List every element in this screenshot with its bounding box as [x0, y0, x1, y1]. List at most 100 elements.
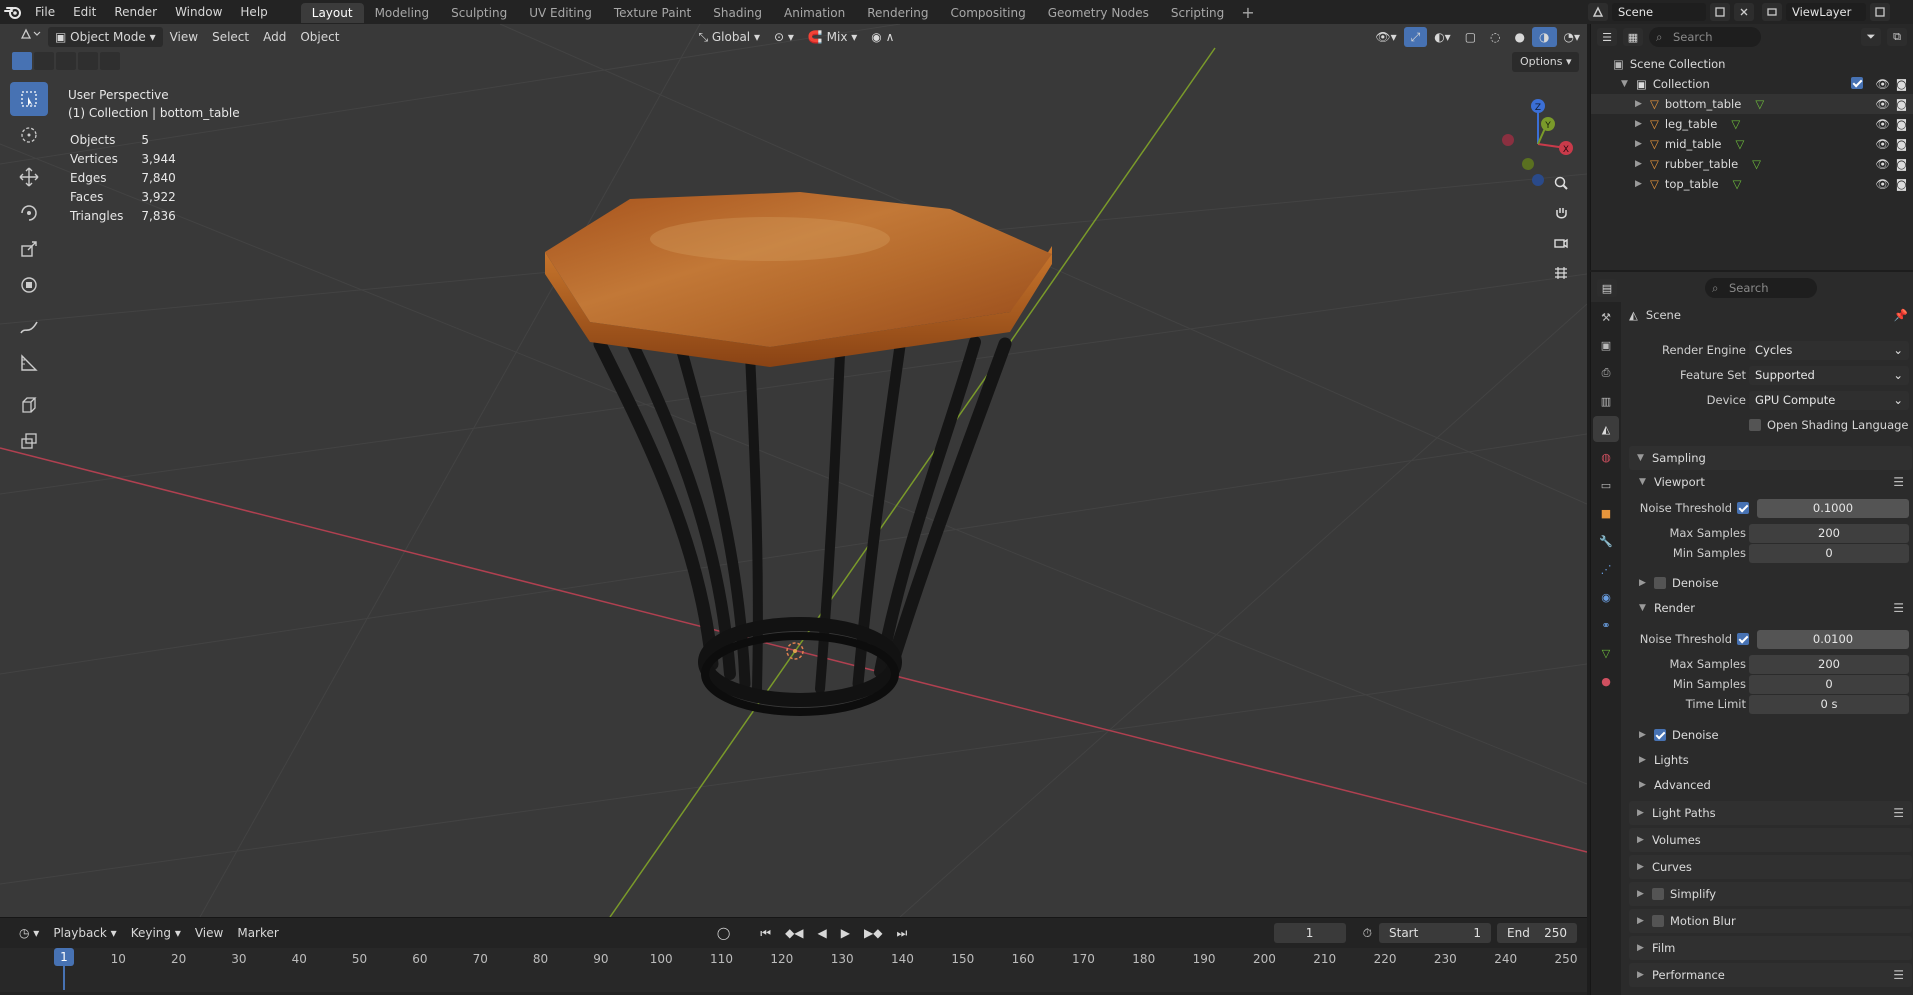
proportional-editing-icon[interactable]: ◉ ∧ — [864, 27, 901, 47]
chevron-right-icon[interactable]: ▶ — [1635, 159, 1643, 169]
osl-checkbox[interactable] — [1749, 419, 1761, 431]
menu-playback[interactable]: Playback ▾ — [46, 923, 123, 943]
tab-layout[interactable]: Layout — [300, 3, 364, 23]
blender-logo-icon[interactable] — [0, 0, 26, 24]
r-denoise-subpanel-header[interactable]: ▶ Denoise — [1639, 724, 1912, 746]
camera-icon[interactable]: ◙ — [1896, 77, 1907, 91]
camera-icon[interactable]: ◙ — [1896, 97, 1907, 111]
new-viewlayer-icon[interactable] — [1870, 3, 1890, 21]
eye-icon[interactable]: 👁 — [1875, 137, 1890, 151]
tool-tab-icon[interactable]: ⚒ — [1593, 304, 1619, 330]
gizmo-neg-z-icon[interactable] — [1532, 174, 1544, 186]
mesh-data-icon[interactable]: ▽ — [1755, 97, 1764, 111]
viewlayer-icon[interactable] — [1762, 3, 1782, 21]
shading-solid-icon[interactable]: ● — [1508, 27, 1532, 47]
measure-tool-icon[interactable] — [10, 346, 48, 380]
vp-noise-threshold-field[interactable]: 0.1000 — [1757, 498, 1909, 518]
presets-list-icon[interactable]: ☰ — [1893, 475, 1904, 489]
chevron-down-icon[interactable]: ▼ — [1621, 79, 1629, 89]
list-item[interactable]: ▶ ▽ top_table ▽ 👁 ◙ — [1591, 174, 1913, 194]
auto-keying-icon[interactable]: ◯ — [710, 923, 737, 943]
chevron-right-icon[interactable]: ▶ — [1635, 179, 1643, 189]
outliner-editor-type-icon[interactable]: ☰ — [1597, 28, 1617, 46]
chevron-right-icon[interactable]: ▶ — [1635, 99, 1643, 109]
preview-range-icon[interactable]: ⏱ — [1356, 923, 1379, 943]
menu-window[interactable]: Window — [166, 0, 231, 24]
annotate-tool-icon[interactable] — [10, 310, 48, 344]
r-min-samples-field[interactable]: 0 — [1749, 674, 1909, 694]
zoom-icon[interactable] — [1548, 170, 1574, 196]
scale-tool-icon[interactable] — [10, 232, 48, 266]
particles-tab-icon[interactable]: ⋰ — [1593, 556, 1619, 582]
start-frame-field[interactable]: Start 1 — [1379, 923, 1491, 943]
jump-end-icon[interactable]: ⏭ — [889, 923, 914, 943]
camera-view-icon[interactable] — [1548, 230, 1574, 256]
simplify-panel-header[interactable]: ▶ Simplify — [1629, 882, 1912, 906]
motion-blur-checkbox[interactable] — [1652, 915, 1664, 927]
vp-denoise-subpanel-header[interactable]: ▶ Denoise — [1639, 572, 1912, 594]
timeline-editor-type-icon[interactable]: ◷ ▾ — [12, 923, 46, 943]
add-workspace-button[interactable]: + — [1235, 3, 1260, 22]
pan-hand-icon[interactable] — [1548, 200, 1574, 226]
shading-material-icon[interactable]: ◑ — [1532, 27, 1557, 47]
camera-icon[interactable]: ◙ — [1896, 157, 1907, 171]
tab-scripting[interactable]: Scripting — [1160, 3, 1235, 23]
list-item[interactable]: ▶ ▽ mid_table ▽ 👁 ◙ — [1591, 134, 1913, 154]
menu-file[interactable]: File — [26, 0, 64, 24]
gizmo-neg-y-icon[interactable] — [1522, 158, 1534, 170]
snap-dropdown[interactable]: 🧲 Mix ▾ — [801, 27, 864, 47]
gizmo-neg-x-icon[interactable] — [1502, 134, 1514, 146]
presets-list-icon[interactable]: ☰ — [1893, 806, 1904, 820]
menu-marker[interactable]: Marker — [230, 923, 285, 943]
volumes-panel-header[interactable]: ▶ Volumes — [1629, 828, 1912, 852]
select-box-tool-icon[interactable] — [10, 82, 48, 116]
menu-object[interactable]: Object — [293, 27, 346, 47]
editor-type-icon[interactable] — [12, 27, 48, 47]
r-time-limit-field[interactable]: 0 s — [1749, 694, 1909, 714]
play-icon[interactable]: ▶ — [834, 923, 857, 943]
menu-select[interactable]: Select — [205, 27, 256, 47]
r-noise-threshold-checkbox[interactable] — [1737, 633, 1749, 645]
tab-sculpting[interactable]: Sculpting — [440, 3, 518, 23]
tab-rendering[interactable]: Rendering — [856, 3, 939, 23]
menu-add[interactable]: Add — [256, 27, 293, 47]
performance-panel-header[interactable]: ▶ Performance ☰ — [1629, 963, 1912, 987]
menu-view[interactable]: View — [163, 27, 205, 47]
select-box-invert-icon[interactable] — [78, 52, 98, 70]
shading-rendered-icon[interactable]: ◔▾ — [1557, 27, 1588, 47]
eye-icon[interactable]: 👁 — [1875, 97, 1890, 111]
move-tool-icon[interactable] — [10, 160, 48, 194]
presets-list-icon[interactable]: ☰ — [1893, 601, 1904, 615]
visibility-icon[interactable]: 👁▾ — [1368, 27, 1403, 47]
device-dropdown[interactable]: GPU Compute ⌄ — [1749, 390, 1909, 410]
extrude-tool-icon[interactable] — [10, 424, 48, 458]
timeline-ruler[interactable]: 10 20 30 40 50 60 70 80 90 100 110 120 130 140 150 160 1… — [0, 948, 1587, 992]
vp-max-samples-field[interactable]: 200 — [1749, 523, 1909, 543]
jump-keyframe-forward-icon[interactable]: ▶◆ — [857, 923, 889, 943]
menu-keying[interactable]: Keying ▾ — [124, 923, 188, 943]
data-tab-icon[interactable]: ▽ — [1593, 640, 1619, 666]
view-layer-tab-icon[interactable]: ▥ — [1593, 388, 1619, 414]
object-tab-icon[interactable]: ■ — [1593, 500, 1619, 526]
tab-shading[interactable]: Shading — [702, 3, 773, 23]
render-engine-dropdown[interactable]: Cycles ⌄ — [1749, 340, 1909, 360]
scene-collection-row[interactable]: ▣ Scene Collection — [1591, 54, 1913, 74]
material-tab-icon[interactable]: ● — [1593, 668, 1619, 694]
simplify-checkbox[interactable] — [1652, 888, 1664, 900]
shading-wireframe-icon[interactable]: ◌ — [1483, 27, 1507, 47]
advanced-subpanel-header[interactable]: ▶ Advanced — [1639, 774, 1912, 796]
transform-orientation-dropdown[interactable]: ⤡ Global ▾ — [691, 27, 767, 47]
gizmo-toggle-icon[interactable]: ⤢ — [1403, 27, 1428, 47]
sampling-panel-header[interactable]: ▼ Sampling — [1629, 446, 1912, 470]
pin-icon[interactable]: 📌 — [1894, 308, 1908, 322]
chevron-right-icon[interactable]: ▶ — [1635, 139, 1643, 149]
mode-selector[interactable]: ▣ Object Mode ▾ — [48, 27, 163, 47]
viewport-subpanel-header[interactable]: ▼ Viewport ☰ — [1639, 471, 1912, 493]
mesh-data-icon[interactable]: ▽ — [1733, 177, 1742, 191]
jump-start-icon[interactable]: ⏮ — [753, 923, 778, 943]
eye-icon[interactable]: 👁 — [1875, 157, 1890, 171]
display-mode-icon[interactable]: ▦ — [1623, 28, 1643, 46]
film-panel-header[interactable]: ▶ Film — [1629, 936, 1912, 960]
rotate-tool-icon[interactable] — [10, 196, 48, 230]
collection-tab-icon[interactable]: ▭ — [1593, 472, 1619, 498]
